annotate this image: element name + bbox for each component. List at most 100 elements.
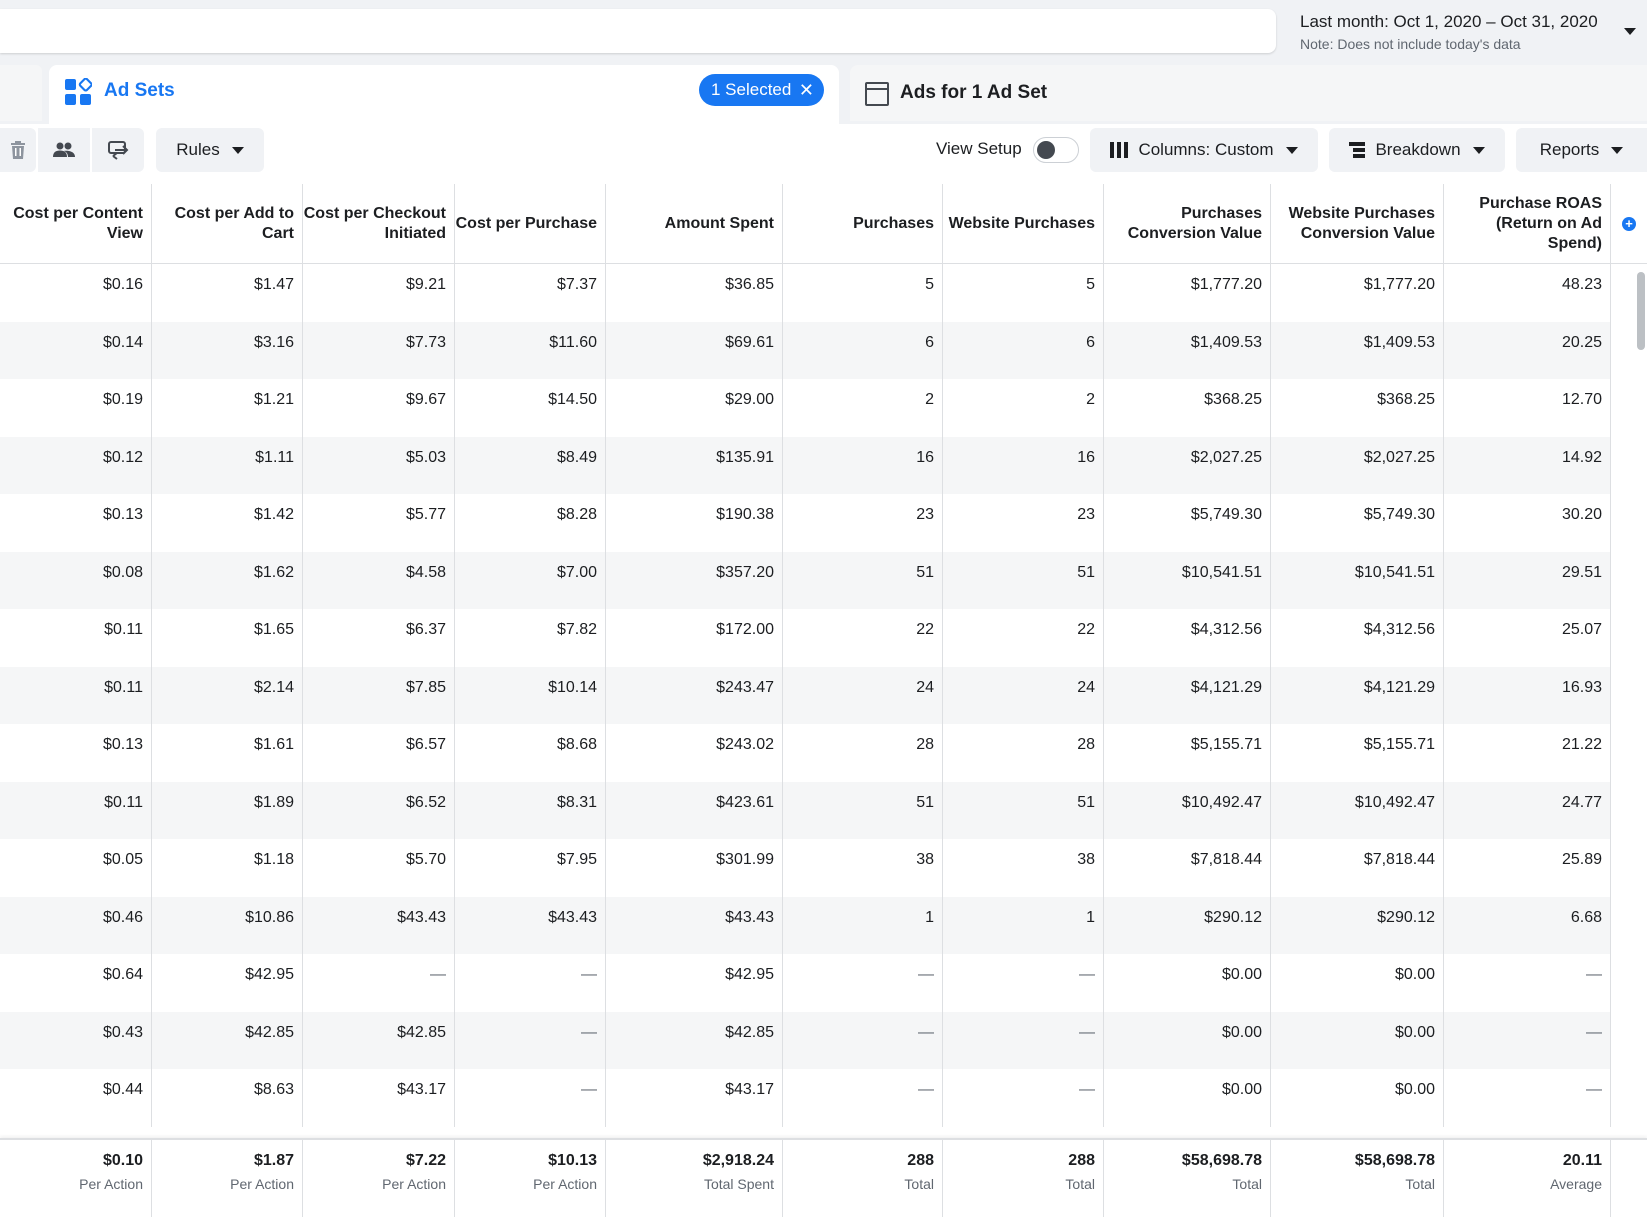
rules-button[interactable]: Rules	[156, 128, 264, 172]
table-cell: 2	[943, 379, 1104, 437]
table-cell: —	[1444, 1011, 1611, 1069]
move-copy-button[interactable]	[92, 128, 144, 172]
table-row[interactable]: $0.12 $1.11 $5.03 $8.49 $135.91 16 16 $2,027.25…	[0, 436, 1611, 494]
close-icon[interactable]: ✕	[799, 74, 814, 106]
people-icon	[53, 142, 75, 157]
table-cell: $0.08	[0, 551, 152, 609]
column-header[interactable]: Cost per Checkout Initiated	[303, 184, 455, 264]
scrollbar-thumb[interactable]	[1637, 272, 1645, 350]
table-cell: 28	[783, 724, 943, 782]
breakdown-button[interactable]: Breakdown	[1329, 128, 1505, 172]
column-header[interactable]: Purchases Conversion Value	[1104, 184, 1271, 264]
scrollbar-track[interactable]	[1611, 264, 1647, 1134]
table-cell: 5	[783, 264, 943, 322]
table-cell: 24	[943, 666, 1104, 724]
table-cell: $5,155.71	[1271, 724, 1444, 782]
table-cell: $368.25	[1271, 379, 1444, 437]
reports-button[interactable]: Reports	[1516, 128, 1647, 172]
table-cell: 20.25	[1444, 321, 1611, 379]
table-body[interactable]: $0.16 $1.47 $9.21 $7.37 $36.85 5 5 $1,777.20 $1,…	[0, 264, 1647, 1134]
table-totals-row: $0.10 Per Action $1.87 Per Action $7.22 Per A…	[0, 1138, 1647, 1217]
delete-button[interactable]	[0, 128, 36, 172]
table-cell: $0.13	[0, 494, 152, 552]
audience-button[interactable]	[38, 128, 90, 172]
chevron-down-icon[interactable]	[1624, 28, 1636, 35]
table-cell: $0.00	[1271, 1069, 1444, 1127]
total-label: Total	[1405, 1176, 1435, 1192]
total-value: $1.87	[253, 1152, 294, 1169]
table-cell: $0.00	[1104, 954, 1271, 1012]
table-cell: $8.68	[455, 724, 606, 782]
table-row[interactable]: $0.08 $1.62 $4.58 $7.00 $357.20 51 51 $10,541.5…	[0, 551, 1611, 609]
column-header[interactable]: Cost per Content View	[0, 184, 152, 264]
column-header[interactable]: Purchase ROAS (Return on Ad Spend)	[1444, 184, 1611, 264]
table-cell: —	[943, 1069, 1104, 1127]
total-value: 20.11	[1562, 1152, 1602, 1169]
table-row[interactable]: $0.16 $1.47 $9.21 $7.37 $36.85 5 5 $1,777.20 $1,…	[0, 264, 1611, 322]
table-cell: $0.05	[0, 839, 152, 897]
table-row[interactable]: $0.64 $42.95— — $42.95— — $0.00 $0.00—	[0, 954, 1611, 1012]
columns-button[interactable]: Columns: Custom	[1090, 128, 1318, 172]
table-cell: $4,121.29	[1104, 666, 1271, 724]
table-cell: $7.37	[455, 264, 606, 322]
table-row[interactable]: $0.19 $1.21 $9.67 $14.50 $29.00 2 2 $368.25 $368…	[0, 379, 1611, 437]
table-header-row: Cost per Content View Cost per Add to Car…	[0, 184, 1647, 264]
add-column-button[interactable]: +	[1611, 184, 1647, 264]
table-cell: $5,155.71	[1104, 724, 1271, 782]
table-cell: $4,121.29	[1271, 666, 1444, 724]
table-cell: $0.43	[0, 1011, 152, 1069]
table-cell: $4.58	[303, 551, 455, 609]
tab-campaigns-stub[interactable]	[0, 65, 42, 121]
total-label: Total Spent	[703, 1176, 774, 1192]
table-cell: 1	[943, 896, 1104, 954]
view-setup-label: View Setup	[936, 139, 1022, 158]
table-cell: $0.46	[0, 896, 152, 954]
table-cell: $1.21	[152, 379, 303, 437]
table-row[interactable]: $0.13 $1.61 $6.57 $8.68 $243.02 28 28 $5,155.71…	[0, 724, 1611, 782]
table-cell: $1.62	[152, 551, 303, 609]
tab-ad-sets[interactable]: Ad Sets 1 Selected ✕	[49, 65, 839, 124]
table-row[interactable]: $0.11 $2.14 $7.85 $10.14 $243.47 24 24 $4,121.2…	[0, 666, 1611, 724]
table-cell: $10.14	[455, 666, 606, 724]
tab-ads[interactable]: Ads for 1 Ad Set	[850, 65, 1647, 121]
table-row[interactable]: $0.05 $1.18 $5.70 $7.95 $301.99 38 38 $7,818.44…	[0, 839, 1611, 897]
table-row[interactable]: $0.13 $1.42 $5.77 $8.28 $190.38 23 23 $5,749.30…	[0, 494, 1611, 552]
column-header[interactable]: Amount Spent	[606, 184, 783, 264]
table-cell: 1	[783, 896, 943, 954]
column-header[interactable]: Purchases	[783, 184, 943, 264]
table-row[interactable]: $0.11 $1.65 $6.37 $7.82 $172.00 22 22 $4,312.56…	[0, 609, 1611, 667]
date-range-label: Last month: Oct 1, 2020 – Oct 31, 2020	[1300, 12, 1598, 31]
toggle-knob	[1037, 141, 1055, 159]
table-cell: $0.00	[1271, 1011, 1444, 1069]
table-cell: $1.18	[152, 839, 303, 897]
date-range-picker[interactable]: Last month: Oct 1, 2020 – Oct 31, 2020 N…	[1300, 12, 1640, 56]
table-cell: $290.12	[1271, 896, 1444, 954]
table-cell: $0.11	[0, 781, 152, 839]
table-row[interactable]: $0.11 $1.89 $6.52 $8.31 $423.61 51 51 $10,492.4…	[0, 781, 1611, 839]
column-header[interactable]: Website Purchases	[943, 184, 1104, 264]
column-header[interactable]: Website Purchases Conversion Value	[1271, 184, 1444, 264]
table-row[interactable]: $0.43 $42.85 $42.85— $42.85— — $0.00 $0.00—	[0, 1011, 1611, 1069]
table-cell: $5,749.30	[1271, 494, 1444, 552]
total-label: Total	[904, 1176, 934, 1192]
total-label: Per Action	[382, 1176, 446, 1192]
table-cell: —	[783, 954, 943, 1012]
table-row[interactable]: $0.46 $10.86 $43.43 $43.43 $43.43 1 1 $290.12 $2…	[0, 896, 1611, 954]
table-cell: $0.00	[1104, 1011, 1271, 1069]
table-cell: $1,409.53	[1271, 321, 1444, 379]
table-row[interactable]: $0.14 $3.16 $7.73 $11.60 $69.61 6 6 $1,409.53 $1…	[0, 321, 1611, 379]
column-header[interactable]: Cost per Add to Cart	[152, 184, 303, 264]
search-filter-bar[interactable]	[0, 9, 1276, 53]
table-row[interactable]: $0.44 $8.63 $43.17— $43.17— — $0.00 $0.00—	[0, 1069, 1611, 1127]
selected-count-pill[interactable]: 1 Selected ✕	[699, 74, 824, 106]
view-setup-toggle[interactable]	[1033, 137, 1079, 163]
column-header[interactable]: Cost per Purchase	[455, 184, 606, 264]
table-cell: $301.99	[606, 839, 783, 897]
total-label: Per Action	[533, 1176, 597, 1192]
table-cell: $0.16	[0, 264, 152, 322]
table-cell: $1,777.20	[1104, 264, 1271, 322]
table-cell: 12.70	[1444, 379, 1611, 437]
plus-circle-icon[interactable]: +	[1622, 217, 1636, 231]
table-cell: 23	[943, 494, 1104, 552]
table-cell: $1.42	[152, 494, 303, 552]
